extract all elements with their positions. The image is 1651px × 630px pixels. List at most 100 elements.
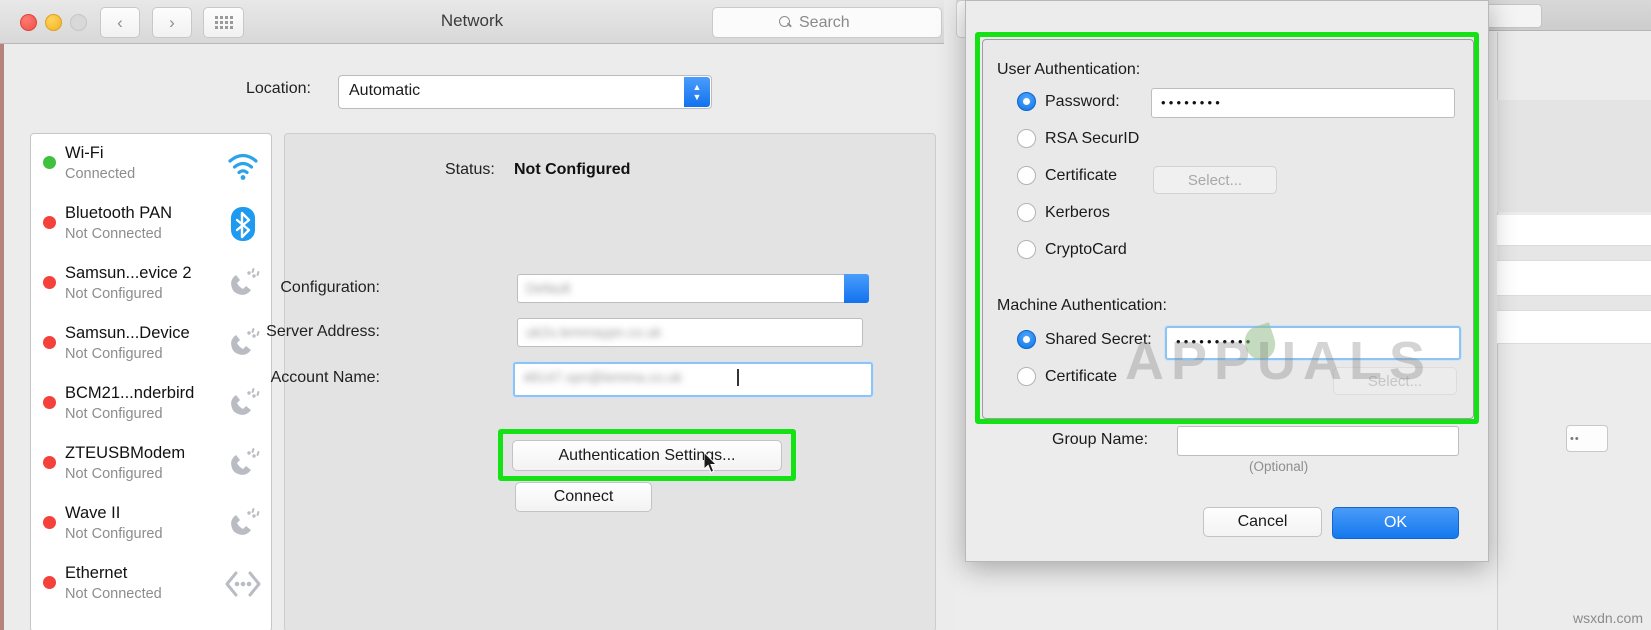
status-badge: Not Configured [514, 161, 631, 178]
location-value: Automatic [349, 82, 421, 99]
service-name: Ethernet [65, 564, 128, 582]
radio-label-cryptocard: CryptoCard [1045, 240, 1127, 258]
configuration-select[interactable]: Default [517, 274, 869, 303]
server-address-label: Server Address: [266, 323, 380, 340]
configuration-label: Configuration: [280, 279, 380, 296]
account-name-value: 48147.vpn@lemma.co.uk [523, 369, 682, 385]
radio-row-shared-secret[interactable]: Shared Secret: [1017, 330, 1152, 349]
chevron-updown-icon: ▲ ▼ [684, 77, 710, 107]
server-address-value: uk2s.lemmaypn.co.uk [526, 324, 662, 340]
shared-secret-value: •••••••••• [1176, 334, 1254, 349]
service-status: Not Configured [65, 466, 163, 482]
service-name: Samsun...Device [65, 324, 190, 342]
window-edge-stripe [0, 0, 4, 630]
password-value: •••••••• [1161, 95, 1224, 110]
background-toolbar-button-3[interactable] [1480, 4, 1542, 28]
radio-kerberos[interactable] [1017, 203, 1036, 222]
service-list-item[interactable]: Ethernet Not Connected [31, 554, 271, 614]
radio-row-certificate-user[interactable]: Certificate [1017, 166, 1117, 185]
radio-rsa-securid[interactable] [1017, 129, 1036, 148]
radio-certificate-user[interactable] [1017, 166, 1036, 185]
text-caret [737, 369, 739, 386]
ethernet-icon [223, 564, 263, 604]
user-authentication-title: User Authentication: [997, 61, 1141, 78]
status-dot [43, 156, 56, 169]
background-options-dots: •• [1570, 433, 1580, 445]
group-name-field[interactable] [1177, 426, 1459, 456]
list-item[interactable] [1497, 261, 1651, 296]
list-item[interactable] [1497, 311, 1651, 344]
service-name: Wi-Fi [65, 144, 104, 162]
radio-row-password[interactable]: Password: [1017, 92, 1120, 111]
configuration-value: Default [526, 280, 571, 296]
group-name-optional-note: (Optional) [1249, 459, 1309, 474]
account-name-label: Account Name: [270, 369, 380, 386]
radio-password[interactable] [1017, 92, 1036, 111]
modem-icon [223, 504, 263, 544]
status-dot [43, 216, 56, 229]
service-status: Not Connected [65, 586, 162, 602]
server-address-field[interactable]: uk2s.lemmaypn.co.uk [517, 318, 863, 347]
service-status: Not Connected [65, 226, 162, 242]
service-name: Samsun...evice 2 [65, 264, 192, 282]
bluetooth-icon [223, 204, 263, 244]
list-item[interactable] [1497, 246, 1651, 261]
password-field[interactable]: •••••••• [1151, 88, 1455, 118]
radio-row-kerberos[interactable]: Kerberos [1017, 203, 1110, 222]
screenshot-root: Network •• ‹ › [0, 0, 1651, 630]
service-list-item[interactable]: Wave II Not Configured [31, 494, 271, 554]
shared-secret-field[interactable]: •••••••••• [1165, 326, 1461, 360]
search-input[interactable]: Search [712, 7, 942, 38]
radio-row-rsa-securid[interactable]: RSA SecurID [1017, 129, 1139, 148]
location-select[interactable]: Automatic ▲ ▼ [338, 75, 712, 109]
service-name: Bluetooth PAN [65, 204, 173, 222]
status-dot [43, 336, 56, 349]
service-name: Wave II [65, 504, 121, 522]
list-item[interactable] [1497, 215, 1651, 246]
service-status: Not Configured [65, 286, 163, 302]
radio-label-certificate-machine: Certificate [1045, 367, 1118, 385]
account-name-field[interactable]: 48147.vpn@lemma.co.uk [513, 362, 873, 397]
radio-label-certificate-user: Certificate [1045, 166, 1118, 184]
configuration-stepper-icon[interactable] [844, 274, 869, 303]
radio-label-kerberos: Kerberos [1045, 203, 1110, 221]
radio-cryptocard[interactable] [1017, 240, 1036, 259]
radio-row-certificate-machine[interactable]: Certificate [1017, 367, 1117, 386]
service-config-panel: Status: Not Configured Configuration: De… [266, 133, 936, 630]
authentication-settings-dialog: User Authentication: Password: •••••••• … [965, 0, 1489, 562]
status-dot [43, 276, 56, 289]
radio-certificate-machine[interactable] [1017, 367, 1036, 386]
list-item[interactable] [1497, 296, 1651, 311]
service-list-item[interactable]: Bluetooth PAN Not Connected [31, 194, 271, 254]
authentication-settings-button[interactable]: Authentication Settings... [512, 440, 782, 471]
window-titlebar: ‹ › Network Search [0, 0, 944, 44]
wifi-icon [223, 144, 263, 184]
status-label: Status: [445, 161, 495, 178]
service-list-item[interactable]: Wi-Fi Connected [31, 134, 271, 194]
modem-icon [223, 384, 263, 424]
radio-label-rsa-securid: RSA SecurID [1045, 129, 1140, 147]
modem-icon [223, 444, 263, 484]
service-status: Connected [65, 166, 136, 182]
connect-button[interactable]: Connect [515, 482, 652, 512]
service-status: Not Configured [65, 406, 163, 422]
status-dot [43, 456, 56, 469]
background-panel-shade [1497, 100, 1651, 212]
ok-button[interactable]: OK [1332, 507, 1459, 539]
mouse-cursor [704, 452, 718, 474]
background-list[interactable] [1497, 215, 1651, 375]
machine-certificate-select-button[interactable]: Select... [1333, 367, 1457, 395]
search-icon [779, 16, 792, 29]
site-watermark: wsxdn.com [1572, 610, 1643, 626]
radio-shared-secret[interactable] [1017, 330, 1036, 349]
service-name: ZTEUSBModem [65, 444, 186, 462]
group-name-label: Group Name: [1052, 431, 1149, 448]
machine-authentication-title: Machine Authentication: [997, 297, 1167, 314]
cancel-button[interactable]: Cancel [1203, 507, 1322, 537]
radio-row-cryptocard[interactable]: CryptoCard [1017, 240, 1127, 259]
service-list-item[interactable]: ZTEUSBModem Not Configured [31, 434, 271, 494]
network-preferences-window: ‹ › Network Search Location: Automatic ▲… [0, 0, 944, 630]
radio-label-password: Password: [1045, 92, 1120, 110]
user-certificate-select-button[interactable]: Select... [1153, 166, 1277, 194]
service-name: BCM21...nderbird [65, 384, 195, 402]
